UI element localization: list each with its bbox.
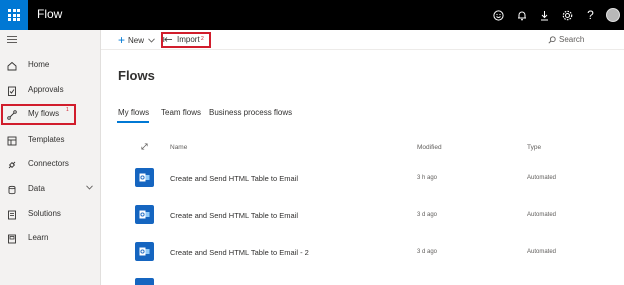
sidebar-item-approvals[interactable]: Approvals: [0, 81, 101, 101]
top-bar-actions: ?: [487, 0, 624, 30]
column-header-type[interactable]: Type: [527, 144, 541, 151]
smiley-icon[interactable]: [487, 0, 510, 30]
new-button[interactable]: + New: [118, 33, 155, 47]
search-box[interactable]: Search: [548, 35, 584, 44]
flow-modified: 3 d ago: [417, 212, 438, 218]
annotation-number: 1: [66, 107, 69, 113]
app-launcher-button[interactable]: [0, 0, 28, 30]
sidebar-item-learn[interactable]: Learn: [0, 229, 101, 249]
approvals-icon: [8, 86, 16, 96]
chevron-down-icon: [148, 37, 155, 43]
flow-type: Automated: [527, 175, 557, 181]
sidebar-item-label: Templates: [28, 135, 65, 144]
tab-team-flows[interactable]: Team flows: [161, 108, 201, 117]
home-icon: [7, 61, 17, 71]
templates-icon: [7, 136, 17, 146]
outlook-icon: [135, 205, 154, 224]
sidebar-item-label: Home: [28, 60, 50, 69]
sidebar-item-label: Solutions: [28, 209, 61, 218]
import-icon: [163, 37, 172, 42]
top-bar: Flow ?: [0, 0, 624, 30]
sidebar-item-home[interactable]: Home: [0, 56, 101, 76]
outlook-icon: [135, 242, 154, 261]
solutions-icon: [8, 210, 16, 220]
annotation-box-my-flows: [1, 104, 76, 125]
app-title: Flow: [37, 7, 63, 21]
tab-business-process-flows[interactable]: Business process flows: [209, 108, 292, 117]
sidebar-item-solutions[interactable]: Solutions: [0, 205, 101, 225]
active-tab-indicator: [117, 121, 149, 123]
sidebar-item-label: Approvals: [28, 85, 64, 94]
data-icon: [8, 185, 16, 195]
flow-modified: 3 h ago: [417, 175, 438, 181]
avatar[interactable]: [602, 0, 624, 30]
flow-name[interactable]: Create and Send HTML Table to Email: [170, 174, 298, 183]
waffle-icon: [8, 9, 20, 21]
flow-modified: 3 d ago: [417, 249, 438, 255]
sidebar-item-connectors[interactable]: Connectors: [0, 155, 101, 175]
flow-type: Automated: [527, 212, 557, 218]
sidebar-item-data[interactable]: Data: [0, 180, 101, 200]
download-icon[interactable]: [533, 0, 556, 30]
sidebar-item-templates[interactable]: Templates: [0, 131, 101, 151]
hamburger-icon[interactable]: [7, 36, 17, 44]
outlook-icon: [135, 278, 154, 285]
gear-icon[interactable]: [556, 0, 579, 30]
new-button-label: New: [128, 35, 145, 45]
chevron-down-icon[interactable]: [86, 185, 93, 190]
connectors-icon: [8, 161, 16, 169]
flow-name[interactable]: Create and Send HTML Table to Email - 2: [170, 248, 309, 257]
learn-icon: [8, 234, 16, 244]
flow-type: Automated: [527, 249, 557, 255]
plus-icon: +: [118, 33, 126, 47]
expand-icon[interactable]: [141, 143, 148, 150]
search-label: Search: [559, 35, 585, 44]
import-button[interactable]: Import: [163, 35, 200, 44]
bell-icon[interactable]: [510, 0, 533, 30]
sidebar-item-label: Data: [28, 184, 45, 193]
help-icon[interactable]: ?: [579, 0, 602, 30]
tab-my-flows[interactable]: My flows: [118, 108, 149, 117]
column-header-name[interactable]: Name: [170, 144, 187, 151]
sidebar-item-label: Learn: [28, 233, 49, 242]
search-icon: [548, 35, 556, 44]
sidebar-item-label: Connectors: [28, 159, 69, 168]
outlook-icon: [135, 168, 154, 187]
annotation-number: 2: [201, 36, 204, 42]
page-title: Flows: [118, 68, 155, 83]
flow-name[interactable]: Create and Send HTML Table to Email: [170, 211, 298, 220]
import-button-label: Import: [177, 35, 200, 44]
column-header-modified[interactable]: Modified: [417, 144, 442, 151]
